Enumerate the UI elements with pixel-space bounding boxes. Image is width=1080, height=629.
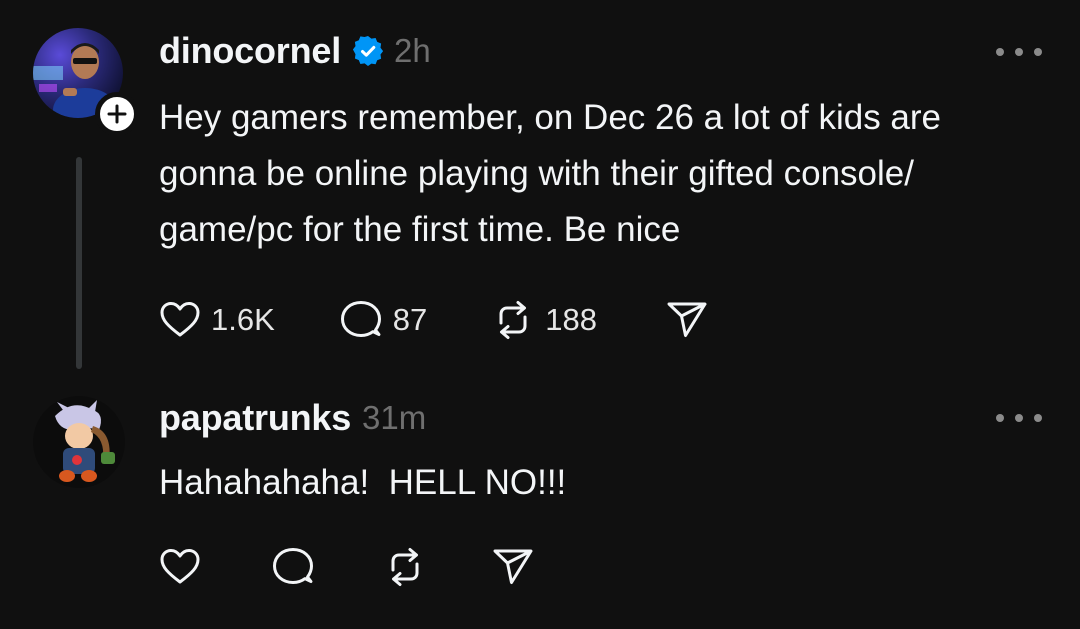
follow-button[interactable] (95, 92, 139, 136)
reply-button[interactable]: 87 (339, 299, 427, 341)
like-count: 1.6K (211, 302, 275, 337)
repost-count: 188 (545, 302, 597, 337)
share-icon (493, 549, 533, 584)
share-button[interactable] (491, 546, 535, 588)
like-button[interactable] (159, 547, 201, 587)
post-header: papatrunks 31m (159, 397, 426, 439)
more-options-button[interactable] (996, 42, 1042, 62)
post-actions: 1.6K 87 188 (159, 299, 709, 341)
heart-icon (160, 302, 200, 337)
username[interactable]: dinocornel (159, 30, 341, 72)
post-header: dinocornel 2h (159, 30, 431, 72)
repost-button[interactable] (383, 546, 427, 588)
repost-icon (391, 548, 419, 586)
username[interactable]: papatrunks (159, 397, 351, 439)
repost-button[interactable]: 188 (491, 299, 597, 341)
post-text: Hey gamers remember, on Dec 26 a lot of … (159, 98, 942, 249)
like-button[interactable]: 1.6K (159, 300, 275, 340)
post-timestamp: 31m (362, 399, 427, 436)
thread-connector-line (76, 157, 82, 369)
more-icon (996, 414, 1004, 422)
reply-button[interactable] (271, 546, 315, 588)
post-text: Hahahahaha! HELL NO!!! (159, 463, 567, 502)
verified-badge-icon (353, 36, 384, 66)
avatar-dinocornel-container[interactable] (33, 28, 139, 136)
share-button[interactable] (665, 299, 709, 341)
more-options-button[interactable] (996, 408, 1042, 428)
post-timestamp: 2h (394, 32, 431, 69)
plus-icon (107, 104, 127, 124)
more-icon (996, 48, 1004, 56)
share-icon (667, 302, 707, 337)
heart-icon (160, 549, 200, 584)
comment-icon (340, 301, 381, 337)
comment-icon (273, 548, 313, 584)
reply-count: 87 (392, 302, 428, 337)
post-actions (159, 546, 535, 588)
avatar[interactable] (33, 396, 125, 488)
thread-feed: dinocornel 2h Hey gamers remember, on De… (0, 0, 1080, 629)
repost-icon (499, 301, 527, 339)
